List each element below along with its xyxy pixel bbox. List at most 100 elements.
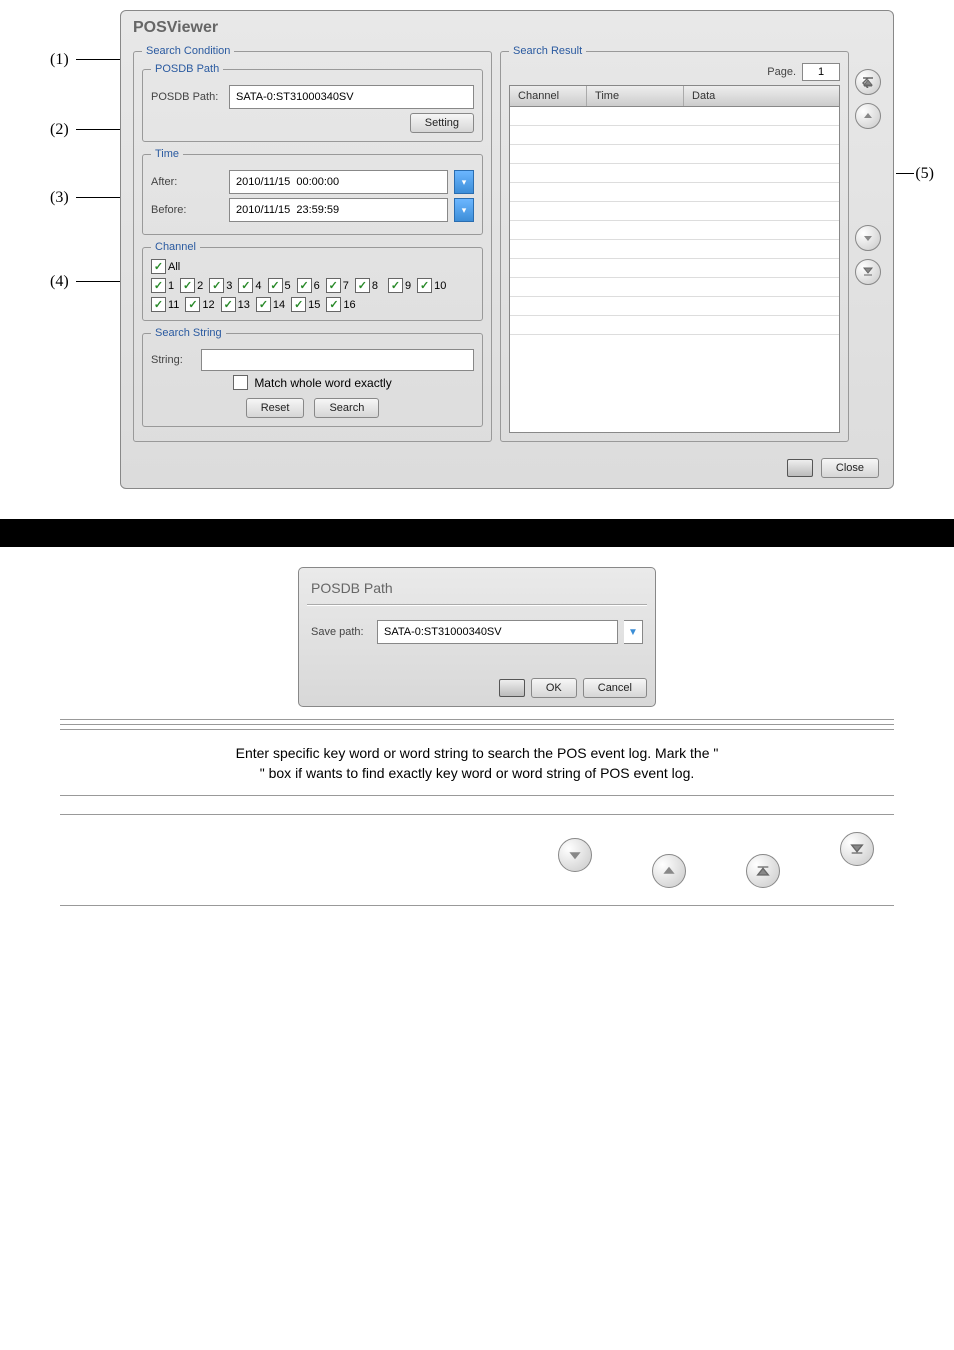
save-path-input[interactable] — [377, 620, 618, 644]
checkbox-all[interactable]: ✓ — [151, 259, 166, 274]
table-row — [510, 183, 839, 202]
goto-last-icon — [849, 841, 865, 857]
divider-1 — [60, 719, 894, 720]
channel-label: 4 — [255, 280, 261, 292]
goto-first-icon — [755, 863, 771, 879]
up-icon-demo — [652, 854, 686, 888]
checkbox-channel-16[interactable]: ✓ — [326, 297, 341, 312]
channel-label: 11 — [168, 299, 179, 311]
up-arrow-icon — [863, 111, 873, 121]
posdb-dialog: POSDB Path Save path: ▼ OK Cancel — [298, 567, 656, 707]
table-row — [510, 297, 839, 316]
table-row — [510, 126, 839, 145]
before-input[interactable] — [229, 198, 448, 222]
match-label: Match whole word exactly — [254, 376, 391, 390]
result-table: Channel Time Data — [509, 85, 840, 433]
search-string-group: Search String String: ✓ Match whole word… — [142, 327, 483, 427]
col-time[interactable]: Time — [587, 86, 684, 106]
search-result-legend: Search Result — [509, 45, 586, 57]
channel-item-2: ✓2 — [180, 278, 203, 293]
channel-item-5: ✓5 — [268, 278, 291, 293]
checkbox-channel-1[interactable]: ✓ — [151, 278, 166, 293]
search-condition-group: Search Condition POSDB Path POSDB Path: … — [133, 45, 492, 442]
checkbox-channel-9[interactable]: ✓ — [388, 278, 403, 293]
channel-label: 3 — [226, 280, 232, 292]
channel-item-6: ✓6 — [297, 278, 320, 293]
checkbox-channel-10[interactable]: ✓ — [417, 278, 432, 293]
channel-label: 15 — [308, 299, 320, 311]
reset-button[interactable]: Reset — [246, 398, 305, 418]
col-channel[interactable]: Channel — [510, 86, 587, 106]
checkbox-channel-2[interactable]: ✓ — [180, 278, 195, 293]
annotation-1: (1) — [50, 51, 69, 69]
channel-item-13: ✓13 — [221, 297, 250, 312]
channel-group: Channel ✓ All ✓1✓2✓3✓4✓5✓6✓7✓8✓9✓10✓11✓1… — [142, 241, 483, 321]
after-input[interactable] — [229, 170, 448, 194]
channel-label: 7 — [343, 280, 349, 292]
annotation-4: (4) — [50, 273, 69, 291]
search-button[interactable]: Search — [314, 398, 379, 418]
save-path-dropdown-icon[interactable]: ▼ — [624, 620, 643, 644]
ok-button[interactable]: OK — [531, 678, 577, 698]
table-row — [510, 107, 839, 126]
col-data[interactable]: Data — [684, 86, 839, 106]
checkbox-channel-13[interactable]: ✓ — [221, 297, 236, 312]
search-condition-legend: Search Condition — [142, 45, 234, 57]
search-string-legend: Search String — [151, 327, 226, 339]
keyboard-icon-dialog[interactable] — [499, 679, 525, 697]
checkbox-channel-6[interactable]: ✓ — [297, 278, 312, 293]
channel-label: 5 — [285, 280, 291, 292]
checkbox-channel-12[interactable]: ✓ — [185, 297, 200, 312]
checkbox-channel-5[interactable]: ✓ — [268, 278, 283, 293]
checkbox-channel-4[interactable]: ✓ — [238, 278, 253, 293]
channel-legend: Channel — [151, 241, 200, 253]
close-button[interactable]: Close — [821, 458, 879, 478]
table-row — [510, 240, 839, 259]
posdb-dialog-title: POSDB Path — [307, 576, 647, 605]
channel-item-14: ✓14 — [256, 297, 285, 312]
table-row — [510, 259, 839, 278]
channel-label: 14 — [273, 299, 285, 311]
after-dropdown-icon[interactable]: ▾ — [454, 170, 474, 194]
table-row — [510, 221, 839, 240]
channel-item-16: ✓16 — [326, 297, 355, 312]
checkbox-channel-8[interactable]: ✓ — [355, 278, 370, 293]
posdb-path-group: POSDB Path POSDB Path: Setting — [142, 63, 483, 142]
match-checkbox[interactable]: ✓ — [233, 375, 248, 390]
channel-label: 12 — [202, 299, 214, 311]
nav-buttons — [855, 45, 881, 448]
channel-label: 8 — [372, 280, 378, 292]
setting-button[interactable]: Setting — [410, 113, 474, 133]
annotation-2: (2) — [50, 121, 69, 139]
channel-item-8: ✓8 — [355, 278, 378, 293]
keyboard-icon[interactable] — [787, 459, 813, 477]
string-label: String: — [151, 354, 195, 366]
goto-first-button[interactable] — [855, 69, 881, 95]
search-string-input[interactable] — [201, 349, 474, 371]
goto-last-button[interactable] — [855, 259, 881, 285]
black-divider — [0, 519, 954, 547]
channel-item-4: ✓4 — [238, 278, 261, 293]
channel-item-12: ✓12 — [185, 297, 214, 312]
divider-4 — [60, 795, 894, 796]
checkbox-channel-3[interactable]: ✓ — [209, 278, 224, 293]
checkbox-channel-11[interactable]: ✓ — [151, 297, 166, 312]
table-row — [510, 145, 839, 164]
checkbox-channel-7[interactable]: ✓ — [326, 278, 341, 293]
channel-label: 9 — [405, 280, 411, 292]
time-group: Time After: ▾ Before: ▾ — [142, 148, 483, 235]
posdb-path-input[interactable] — [229, 85, 474, 109]
next-button[interactable] — [855, 225, 881, 251]
checkbox-channel-14[interactable]: ✓ — [256, 297, 271, 312]
before-dropdown-icon[interactable]: ▾ — [454, 198, 474, 222]
search-result-group: Search Result Page. 1 Channel Time Data — [500, 45, 849, 442]
table-row — [510, 202, 839, 221]
channel-item-15: ✓15 — [291, 297, 320, 312]
down-arrow-icon — [568, 848, 582, 862]
prev-button[interactable] — [855, 103, 881, 129]
cancel-button[interactable]: Cancel — [583, 678, 647, 698]
checkbox-channel-15[interactable]: ✓ — [291, 297, 306, 312]
goto-last-icon — [862, 266, 874, 278]
divider-2 — [60, 724, 894, 725]
checkbox-all-label: All — [168, 261, 180, 273]
